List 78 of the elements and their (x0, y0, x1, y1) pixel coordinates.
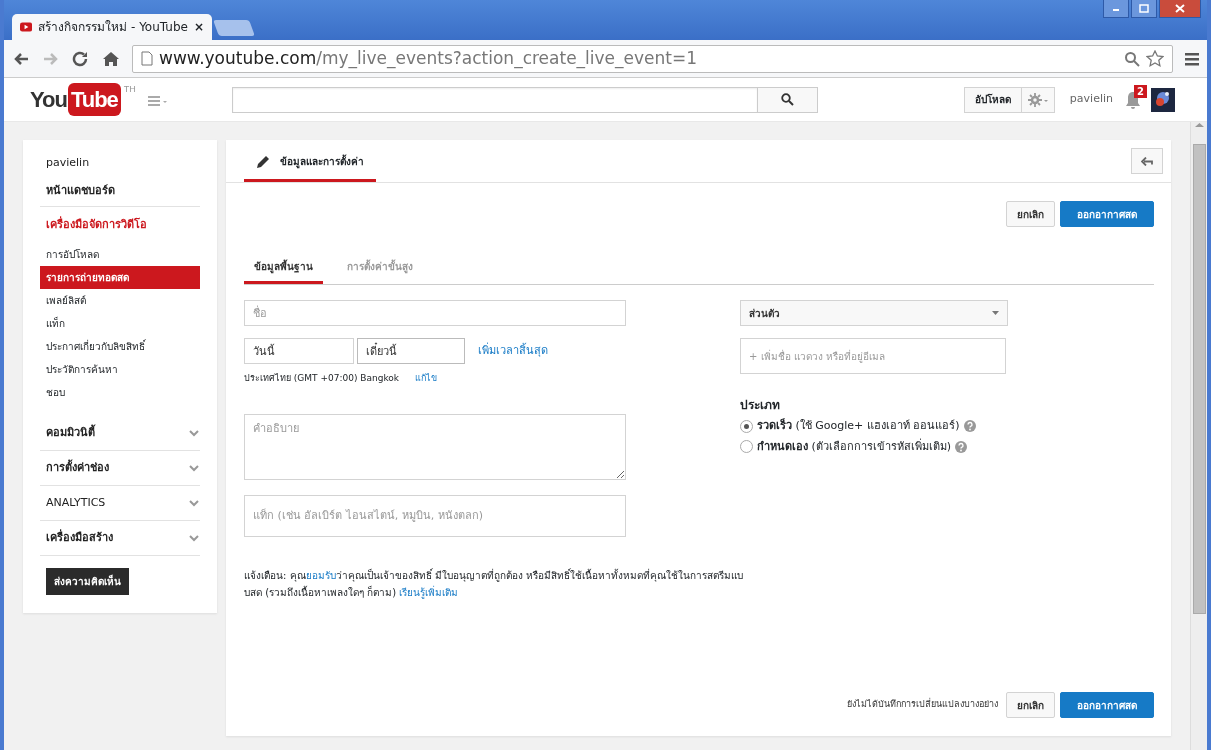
radio-label[interactable]: กำหนดเอง (ตัวเลือกการเข้ารหัสเพิ่มเติม) (757, 438, 952, 455)
menu-icon[interactable] (1185, 51, 1199, 66)
search-icon (780, 93, 794, 106)
privacy-dropdown[interactable]: ส่วนตัว (740, 300, 1008, 326)
maximize-icon[interactable] (1138, 3, 1150, 14)
unsaved-text: ยังไม่ได้บันทึกการเปลี่ยนแปลงบางอย่าง (847, 698, 998, 712)
chevron-icon[interactable] (189, 464, 199, 472)
warning-text: แจ้งเตือน: คุณยอมรับว่าคุณเป็นเจ้าของสิทธิ์ มีใบอนุญาตที่ถูกต้อง หรือมีสิทธิ์ใช้เนื้อหาทั้งหมดที่คุณใช้ในการสตรีมแบบสด (รวมถึงเนื้อหาเพลงใดๆ ก็ตาม) เรียนรู้เพิ่มเติม (244, 567, 744, 601)
sidebar-item[interactable]: ชอบ (40, 381, 200, 404)
star-icon[interactable] (1146, 50, 1164, 67)
pencil-icon (256, 154, 270, 169)
sidebar-item[interactable]: เพลย์ลิสต์ (40, 289, 200, 312)
search-field[interactable] (231, 86, 758, 113)
browser-tab[interactable]: สร้างกิจกรรมใหม่ - YouTube × (12, 14, 212, 40)
radio-button[interactable] (740, 419, 753, 433)
url-text: www.youtube.com/my_live_events?action_create_live_event=1 (159, 46, 699, 71)
feedback-button[interactable]: ส่งความคิดเห็น (46, 568, 129, 595)
go-live-button[interactable]: ออกอากาศสด (1060, 692, 1154, 718)
help-icon[interactable] (963, 420, 976, 433)
timezone-text: ประเทศไทย (GMT +07:00) Bangkok (244, 372, 400, 385)
description-field[interactable]: คำอธิบาย (244, 413, 626, 480)
new-tab-button[interactable] (213, 20, 255, 36)
date-field[interactable]: วันนี้ (244, 338, 354, 364)
caret-icon (992, 311, 999, 315)
sidebar-group-title[interactable]: คอมมิวนิตี้ (46, 424, 95, 442)
back-button[interactable] (1131, 148, 1163, 174)
sidebar-item[interactable]: ประกาศเกี่ยวกับลิขสิทธิ์ (40, 335, 200, 358)
go-live-button[interactable]: ออกอากาศสด (1060, 201, 1154, 227)
search-button[interactable] (757, 86, 818, 113)
cancel-button[interactable]: ยกเลิก (1005, 692, 1055, 718)
sidebar-group-title[interactable]: เครื่องมือสร้าง (46, 529, 113, 547)
scrollbar-thumb[interactable] (1192, 144, 1206, 614)
address-bar[interactable]: www.youtube.com/my_live_events?action_create_live_event=1 (132, 44, 1173, 73)
page-icon (141, 51, 153, 66)
accept-link[interactable]: ยอมรับ (305, 569, 336, 581)
sidebar-group-title[interactable]: ANALYTICS (46, 494, 106, 512)
sidebar-link[interactable]: หน้าแดชบอร์ด (46, 182, 115, 200)
learn-more-link[interactable]: เรียนรู้เพิ่มเติม (399, 586, 459, 598)
forward-icon[interactable] (42, 50, 60, 67)
avatar-icon[interactable] (1151, 87, 1175, 112)
upload-button[interactable]: อัปโหลด (963, 86, 1022, 113)
radio-label[interactable]: รวดเร็ว (ใช้ Google+ แฮงเอาท์ ออนแอร์) (757, 418, 960, 435)
zoom-icon[interactable] (1124, 50, 1140, 67)
tags-field[interactable]: แท็ก (เช่น อัลเบิร์ต ไอนสไตน์, หมูบิน, หนังตลก) (244, 494, 626, 537)
close-icon[interactable] (1174, 3, 1186, 14)
sidebar-item[interactable]: แท็ก (40, 312, 200, 335)
return-icon (1141, 156, 1153, 166)
notification-count: 2 (1134, 84, 1147, 98)
type-heading: ประเภท (740, 397, 781, 414)
chevron-icon[interactable] (189, 429, 199, 437)
sidebar-section-title[interactable]: เครื่องมือจัดการวิดีโอ (46, 216, 147, 234)
channel-name[interactable]: pavielin (46, 154, 90, 172)
back-icon[interactable] (12, 50, 30, 67)
settings-tab[interactable]: ข้อมูลและการตั้งค่า (244, 140, 376, 182)
home-icon[interactable] (102, 50, 120, 67)
sidebar-item[interactable]: ประวัติการค้นหา (40, 358, 200, 381)
gear-icon (1027, 92, 1048, 107)
help-icon[interactable] (955, 440, 968, 453)
cancel-button[interactable]: ยกเลิก (1005, 201, 1055, 227)
chevron-icon[interactable] (189, 534, 199, 542)
chevron-icon[interactable] (189, 499, 199, 507)
sidebar-item[interactable]: การอัปโหลด (40, 243, 200, 266)
sidebar-group-title[interactable]: การตั้งค่าช่อง (46, 459, 109, 477)
username-text[interactable]: pavielin (1069, 91, 1113, 108)
guide-menu-icon[interactable] (147, 93, 168, 106)
settings-button[interactable] (1021, 86, 1055, 113)
edit-link[interactable]: แก้ไข (415, 372, 438, 386)
time-field[interactable]: เดี๋ยวนี้ (357, 338, 465, 364)
title-field[interactable]: ชื่อ (244, 300, 626, 326)
form-tab[interactable]: ข้อมูลพื้นฐาน (244, 259, 323, 284)
share-field[interactable]: + เพิ่มชื่อ แวดวง หรือที่อยู่อีเมล (740, 338, 1006, 374)
add-end-time-link[interactable]: เพิ่มเวลาสิ้นสุด (478, 342, 548, 360)
play-icon (20, 21, 33, 33)
tab-title: สร้างกิจกรรมใหม่ - YouTube (38, 19, 188, 36)
radio-button[interactable] (740, 440, 753, 454)
sidebar-item[interactable]: รายการถ่ายทอดสด (40, 266, 200, 289)
close-icon[interactable]: × (193, 18, 204, 36)
reload-icon[interactable] (72, 50, 90, 67)
